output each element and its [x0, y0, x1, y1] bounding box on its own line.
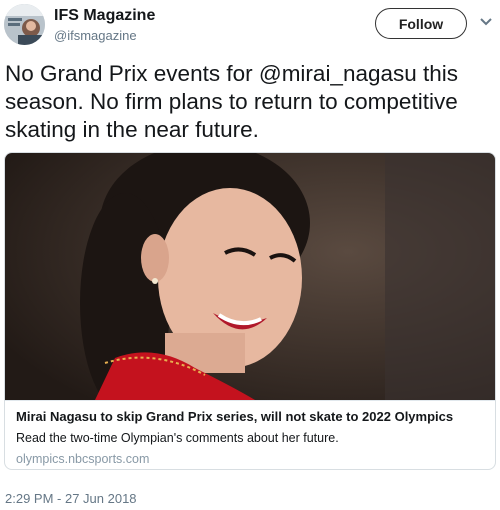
follow-button[interactable]: Follow	[375, 8, 467, 39]
author-avatar[interactable]	[4, 4, 45, 45]
link-card[interactable]: Mirai Nagasu to skip Grand Prix series, …	[4, 152, 496, 470]
card-image[interactable]	[5, 153, 495, 400]
tweet-text: No Grand Prix events for @mirai_nagasu t…	[5, 61, 459, 142]
chevron-down-icon[interactable]	[479, 17, 493, 27]
skater-photo-icon	[5, 153, 495, 400]
author-name[interactable]: IFS Magazine	[54, 7, 155, 25]
author-handle[interactable]: @ifsmagazine	[54, 28, 137, 43]
magazine-cover-icon	[4, 4, 45, 45]
card-description: Read the two-time Olympian's comments ab…	[16, 431, 339, 445]
card-title[interactable]: Mirai Nagasu to skip Grand Prix series, …	[16, 409, 453, 424]
card-domain: olympics.nbcsports.com	[16, 452, 150, 466]
tweet-timestamp[interactable]: 2:29 PM - 27 Jun 2018	[5, 491, 137, 506]
